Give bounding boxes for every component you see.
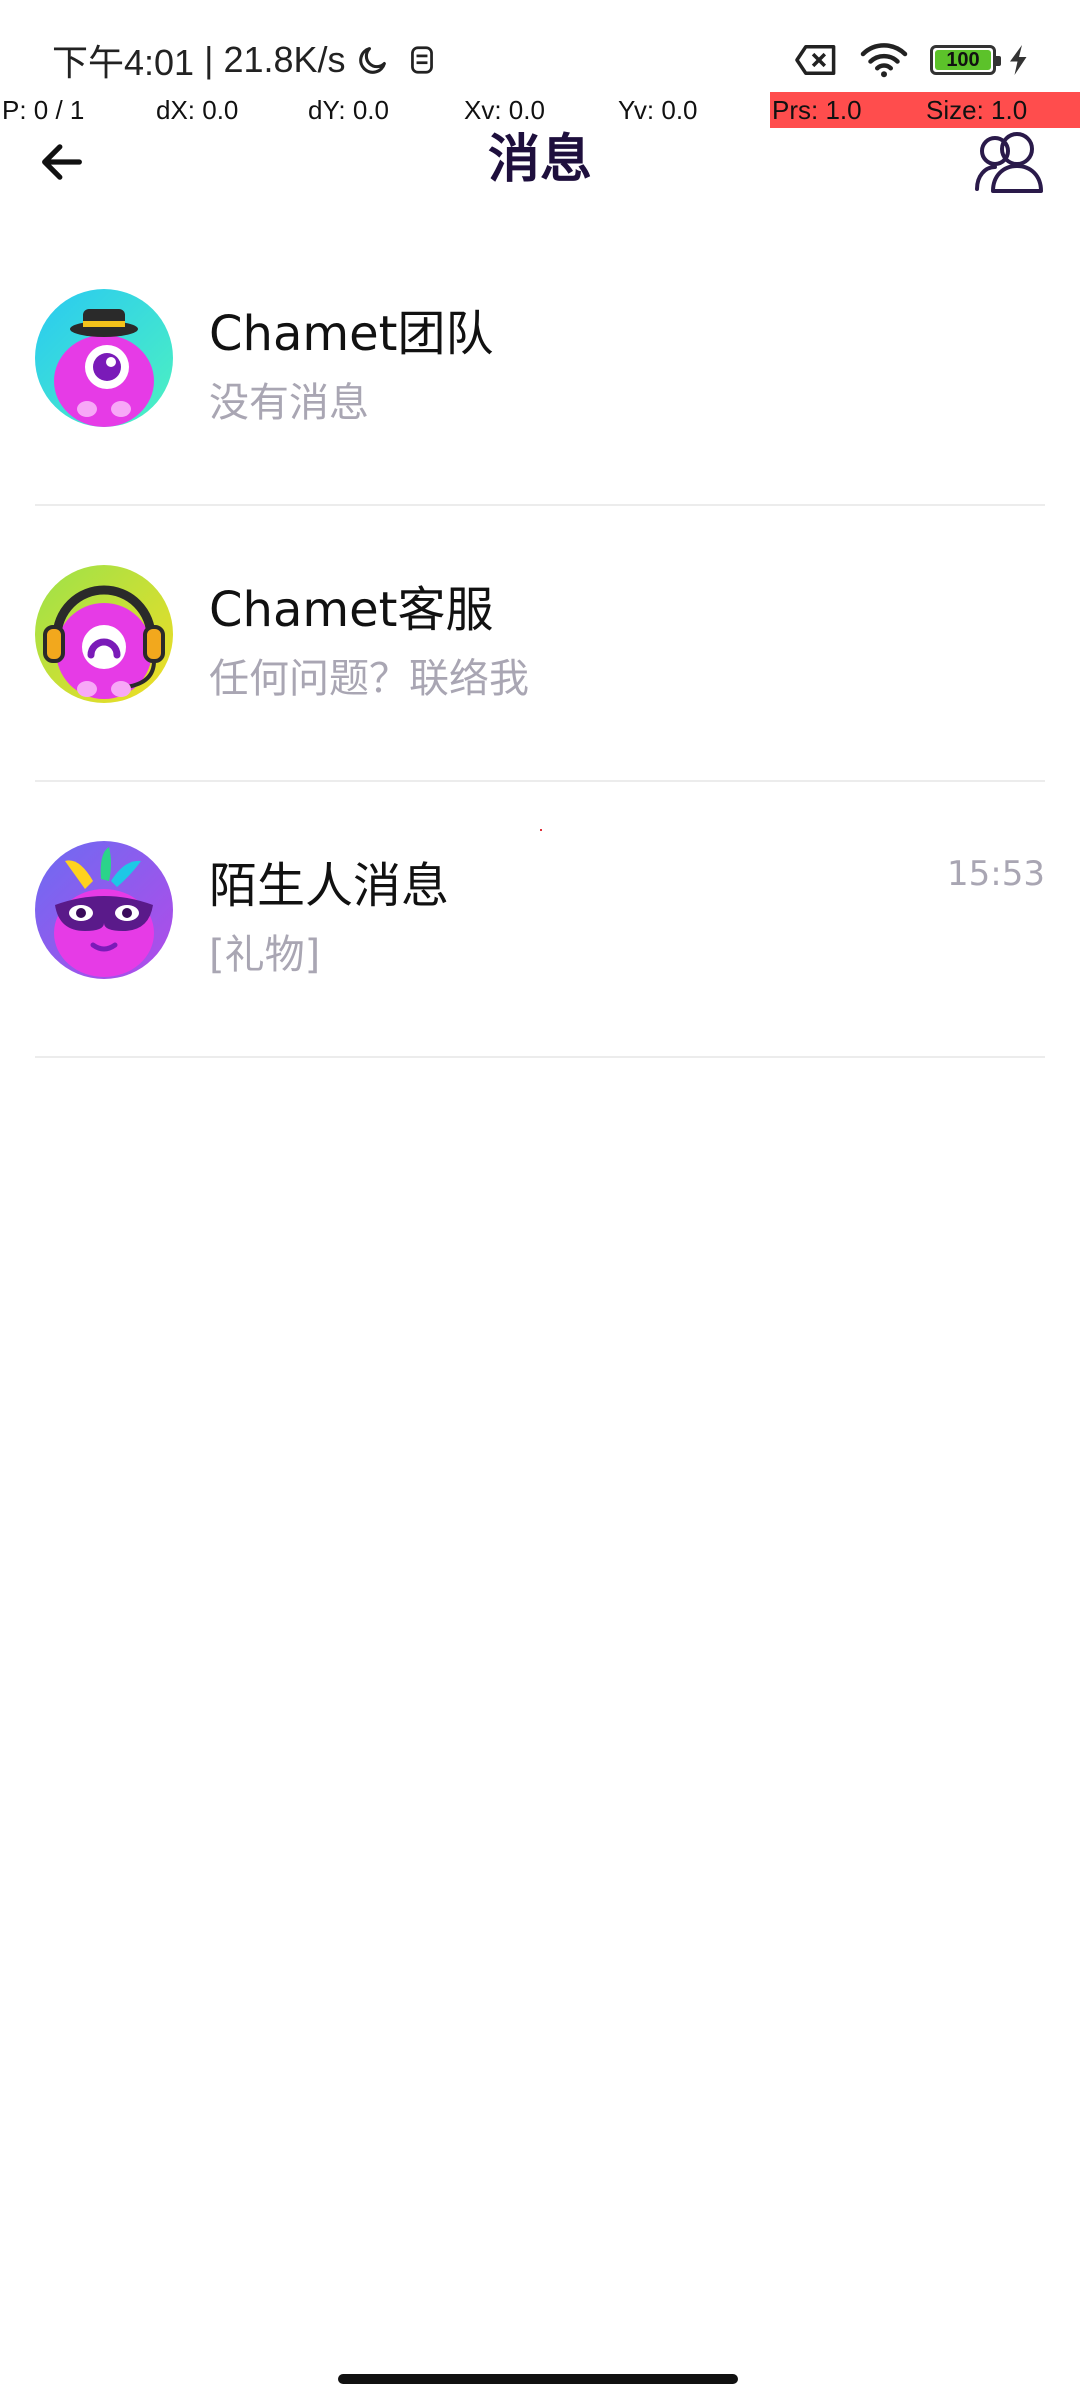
chamet-support-mascot-icon [35, 565, 173, 703]
conversation-list: Chamet团队 没有消息 Chamet客服 任何问题？联络我 陌生人消息 [礼… [0, 230, 1080, 1058]
touch-point-marker [540, 829, 542, 831]
chamet-team-mascot-icon [35, 289, 173, 427]
conversation-preview: [礼物] [209, 932, 321, 978]
conversation-item-chamet-team[interactable]: Chamet团队 没有消息 [0, 230, 1080, 506]
conversation-item-stranger-messages[interactable]: 陌生人消息 [礼物] 15:53 [0, 782, 1080, 1058]
battery-level: 100 [946, 48, 980, 71]
messages-screen: 下午4:01 | 21.8K/s 100 P: 0 / 1 dX: 0.0 dY… [0, 0, 1080, 2400]
top-app-bar: 消息 [0, 120, 1080, 200]
conversation-preview: 任何问题？联络我 [209, 656, 529, 702]
status-left: 下午4:01 | 21.8K/s [52, 36, 436, 84]
sim-x-icon [794, 43, 838, 77]
conversation-name: 陌生人消息 [209, 858, 450, 914]
status-separator: | [204, 39, 214, 80]
contacts-button[interactable] [970, 124, 1050, 200]
conversation-name: Chamet团队 [209, 306, 494, 362]
wifi-icon [860, 42, 908, 78]
status-time: 下午4:01 [52, 42, 195, 83]
stranger-message-mascot-icon [35, 841, 173, 979]
status-bar: 下午4:01 | 21.8K/s 100 [0, 0, 1080, 96]
group-users-icon [973, 129, 1047, 195]
notification-app-icon [408, 45, 436, 75]
conversation-name: Chamet客服 [209, 582, 494, 638]
page-title: 消息 [487, 130, 592, 190]
battery-icon: 100 [930, 45, 1001, 75]
conversation-time: 15:53 [947, 854, 1045, 894]
conversation-preview: 没有消息 [209, 380, 369, 426]
moon-icon [356, 43, 390, 77]
status-net-speed: 21.8K/s [223, 39, 346, 80]
charging-bolt-icon [1008, 45, 1030, 75]
status-right: 100 [794, 36, 1030, 84]
conversation-item-chamet-support[interactable]: Chamet客服 任何问题？联络我 [0, 506, 1080, 782]
home-indicator[interactable] [338, 2374, 738, 2384]
list-divider [35, 1056, 1045, 1058]
